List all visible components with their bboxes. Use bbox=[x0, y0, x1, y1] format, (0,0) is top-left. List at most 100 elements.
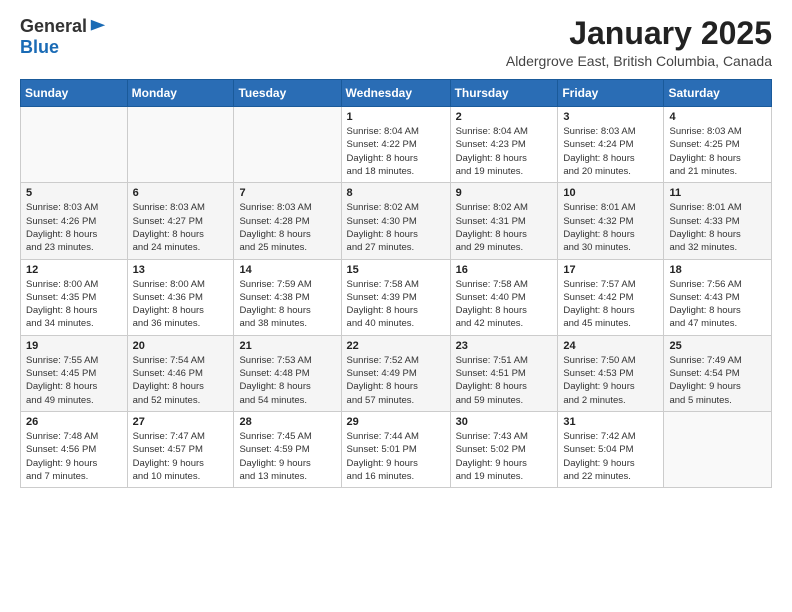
day-number: 4 bbox=[669, 111, 766, 123]
day-number: 2 bbox=[456, 111, 553, 123]
day-number: 11 bbox=[669, 187, 766, 199]
calendar-week-row: 26 Sunrise: 7:48 AM Sunset: 4:56 PM Dayli… bbox=[21, 411, 772, 487]
calendar-cell: 24Sunrise: 7:50 AM Sunset: 4:53 PM Dayli… bbox=[558, 335, 664, 411]
day-number: 20 bbox=[133, 340, 229, 352]
calendar-cell: 2 Sunrise: 8:04 AM Sunset: 4:23 PM Daylig… bbox=[450, 107, 558, 183]
calendar-week-row: 12 Sunrise: 8:00 AM Sunset: 4:35 PM Dayli… bbox=[21, 259, 772, 335]
day-info: Sunrise: 7:58 AM Sunset: 4:40 PM Dayligh… bbox=[456, 278, 553, 331]
day-number: 29 bbox=[347, 416, 445, 428]
day-number: 19 bbox=[26, 340, 122, 352]
day-header-thursday: Thursday bbox=[450, 80, 558, 107]
calendar-cell: 12 Sunrise: 8:00 AM Sunset: 4:35 PM Dayli… bbox=[21, 259, 128, 335]
day-info: Sunrise: 7:56 AM Sunset: 4:43 PM Dayligh… bbox=[669, 278, 766, 331]
calendar-cell: 5 Sunrise: 8:03 AM Sunset: 4:26 PM Daylig… bbox=[21, 183, 128, 259]
day-info: Sunrise: 7:53 AM Sunset: 4:48 PM Dayligh… bbox=[239, 354, 335, 407]
day-info: Sunrise: 7:42 AM Sunset: 5:04 PM Dayligh… bbox=[563, 430, 658, 483]
calendar-cell: 20 Sunrise: 7:54 AM Sunset: 4:46 PM Dayli… bbox=[127, 335, 234, 411]
day-info: Sunrise: 7:48 AM Sunset: 4:56 PM Dayligh… bbox=[26, 430, 122, 483]
day-number: 18 bbox=[669, 264, 766, 276]
day-info: Sunrise: 8:03 AM Sunset: 4:25 PM Dayligh… bbox=[669, 125, 766, 178]
day-info: Sunrise: 8:03 AM Sunset: 4:24 PM Dayligh… bbox=[563, 125, 658, 178]
day-number: 30 bbox=[456, 416, 553, 428]
day-number: 13 bbox=[133, 264, 229, 276]
day-info: Sunrise: 7:52 AM Sunset: 4:49 PM Dayligh… bbox=[347, 354, 445, 407]
day-number: 21 bbox=[239, 340, 335, 352]
day-header-saturday: Saturday bbox=[664, 80, 772, 107]
day-number: 12 bbox=[26, 264, 122, 276]
calendar-cell: 16Sunrise: 7:58 AM Sunset: 4:40 PM Dayli… bbox=[450, 259, 558, 335]
calendar-cell: 21 Sunrise: 7:53 AM Sunset: 4:48 PM Dayli… bbox=[234, 335, 341, 411]
day-info: Sunrise: 8:03 AM Sunset: 4:28 PM Dayligh… bbox=[239, 201, 335, 254]
calendar-cell: 7 Sunrise: 8:03 AM Sunset: 4:28 PM Daylig… bbox=[234, 183, 341, 259]
day-header-monday: Monday bbox=[127, 80, 234, 107]
day-info: Sunrise: 7:45 AM Sunset: 4:59 PM Dayligh… bbox=[239, 430, 335, 483]
day-number: 8 bbox=[347, 187, 445, 199]
header: General Blue January 2025 Aldergrove Eas… bbox=[20, 16, 772, 69]
day-number: 31 bbox=[563, 416, 658, 428]
day-info: Sunrise: 8:01 AM Sunset: 4:33 PM Dayligh… bbox=[669, 201, 766, 254]
day-number: 14 bbox=[239, 264, 335, 276]
day-header-tuesday: Tuesday bbox=[234, 80, 341, 107]
calendar-cell: 25Sunrise: 7:49 AM Sunset: 4:54 PM Dayli… bbox=[664, 335, 772, 411]
day-info: Sunrise: 7:55 AM Sunset: 4:45 PM Dayligh… bbox=[26, 354, 122, 407]
day-info: Sunrise: 8:01 AM Sunset: 4:32 PM Dayligh… bbox=[563, 201, 658, 254]
calendar-cell: 3 Sunrise: 8:03 AM Sunset: 4:24 PM Daylig… bbox=[558, 107, 664, 183]
day-number: 6 bbox=[133, 187, 229, 199]
day-header-sunday: Sunday bbox=[21, 80, 128, 107]
calendar-cell: 8 Sunrise: 8:02 AM Sunset: 4:30 PM Daylig… bbox=[341, 183, 450, 259]
calendar-cell bbox=[21, 107, 128, 183]
calendar-cell: 30Sunrise: 7:43 AM Sunset: 5:02 PM Dayli… bbox=[450, 411, 558, 487]
logo-flag-icon bbox=[89, 18, 107, 36]
calendar-header-row: SundayMondayTuesdayWednesdayThursdayFrid… bbox=[21, 80, 772, 107]
day-number: 24 bbox=[563, 340, 658, 352]
calendar-table: SundayMondayTuesdayWednesdayThursdayFrid… bbox=[20, 79, 772, 488]
calendar-cell: 28 Sunrise: 7:45 AM Sunset: 4:59 PM Dayli… bbox=[234, 411, 341, 487]
calendar-cell: 14Sunrise: 7:59 AM Sunset: 4:38 PM Dayli… bbox=[234, 259, 341, 335]
calendar-cell: 23 Sunrise: 7:51 AM Sunset: 4:51 PM Dayli… bbox=[450, 335, 558, 411]
day-number: 28 bbox=[239, 416, 335, 428]
day-number: 17 bbox=[563, 264, 658, 276]
month-title: January 2025 bbox=[506, 16, 772, 51]
calendar-cell: 1 Sunrise: 8:04 AM Sunset: 4:22 PM Daylig… bbox=[341, 107, 450, 183]
location-subtitle: Aldergrove East, British Columbia, Canad… bbox=[506, 53, 772, 69]
day-info: Sunrise: 7:47 AM Sunset: 4:57 PM Dayligh… bbox=[133, 430, 229, 483]
calendar-week-row: 19 Sunrise: 7:55 AM Sunset: 4:45 PM Dayli… bbox=[21, 335, 772, 411]
calendar-cell bbox=[664, 411, 772, 487]
day-number: 3 bbox=[563, 111, 658, 123]
logo: General Blue bbox=[20, 16, 107, 58]
calendar-cell: 17 Sunrise: 7:57 AM Sunset: 4:42 PM Dayli… bbox=[558, 259, 664, 335]
day-info: Sunrise: 8:04 AM Sunset: 4:22 PM Dayligh… bbox=[347, 125, 445, 178]
day-info: Sunrise: 8:03 AM Sunset: 4:27 PM Dayligh… bbox=[133, 201, 229, 254]
day-info: Sunrise: 8:03 AM Sunset: 4:26 PM Dayligh… bbox=[26, 201, 122, 254]
calendar-cell: 4 Sunrise: 8:03 AM Sunset: 4:25 PM Daylig… bbox=[664, 107, 772, 183]
calendar-cell: 18 Sunrise: 7:56 AM Sunset: 4:43 PM Dayli… bbox=[664, 259, 772, 335]
calendar-cell: 6 Sunrise: 8:03 AM Sunset: 4:27 PM Daylig… bbox=[127, 183, 234, 259]
calendar-cell: 10 Sunrise: 8:01 AM Sunset: 4:32 PM Dayli… bbox=[558, 183, 664, 259]
calendar-cell: 31 Sunrise: 7:42 AM Sunset: 5:04 PM Dayli… bbox=[558, 411, 664, 487]
calendar-week-row: 5 Sunrise: 8:03 AM Sunset: 4:26 PM Daylig… bbox=[21, 183, 772, 259]
day-number: 26 bbox=[26, 416, 122, 428]
calendar-cell: 11 Sunrise: 8:01 AM Sunset: 4:33 PM Dayli… bbox=[664, 183, 772, 259]
day-number: 23 bbox=[456, 340, 553, 352]
day-header-friday: Friday bbox=[558, 80, 664, 107]
day-info: Sunrise: 8:00 AM Sunset: 4:35 PM Dayligh… bbox=[26, 278, 122, 331]
day-number: 5 bbox=[26, 187, 122, 199]
day-info: Sunrise: 8:04 AM Sunset: 4:23 PM Dayligh… bbox=[456, 125, 553, 178]
day-number: 1 bbox=[347, 111, 445, 123]
calendar-cell bbox=[234, 107, 341, 183]
calendar-cell: 22 Sunrise: 7:52 AM Sunset: 4:49 PM Dayli… bbox=[341, 335, 450, 411]
day-info: Sunrise: 7:57 AM Sunset: 4:42 PM Dayligh… bbox=[563, 278, 658, 331]
day-header-wednesday: Wednesday bbox=[341, 80, 450, 107]
day-number: 7 bbox=[239, 187, 335, 199]
day-number: 27 bbox=[133, 416, 229, 428]
day-info: Sunrise: 7:54 AM Sunset: 4:46 PM Dayligh… bbox=[133, 354, 229, 407]
day-number: 10 bbox=[563, 187, 658, 199]
day-info: Sunrise: 7:51 AM Sunset: 4:51 PM Dayligh… bbox=[456, 354, 553, 407]
day-number: 22 bbox=[347, 340, 445, 352]
day-number: 15 bbox=[347, 264, 445, 276]
day-info: Sunrise: 8:02 AM Sunset: 4:30 PM Dayligh… bbox=[347, 201, 445, 254]
calendar-cell bbox=[127, 107, 234, 183]
day-info: Sunrise: 7:58 AM Sunset: 4:39 PM Dayligh… bbox=[347, 278, 445, 331]
day-number: 9 bbox=[456, 187, 553, 199]
logo-blue-text: Blue bbox=[20, 37, 59, 58]
